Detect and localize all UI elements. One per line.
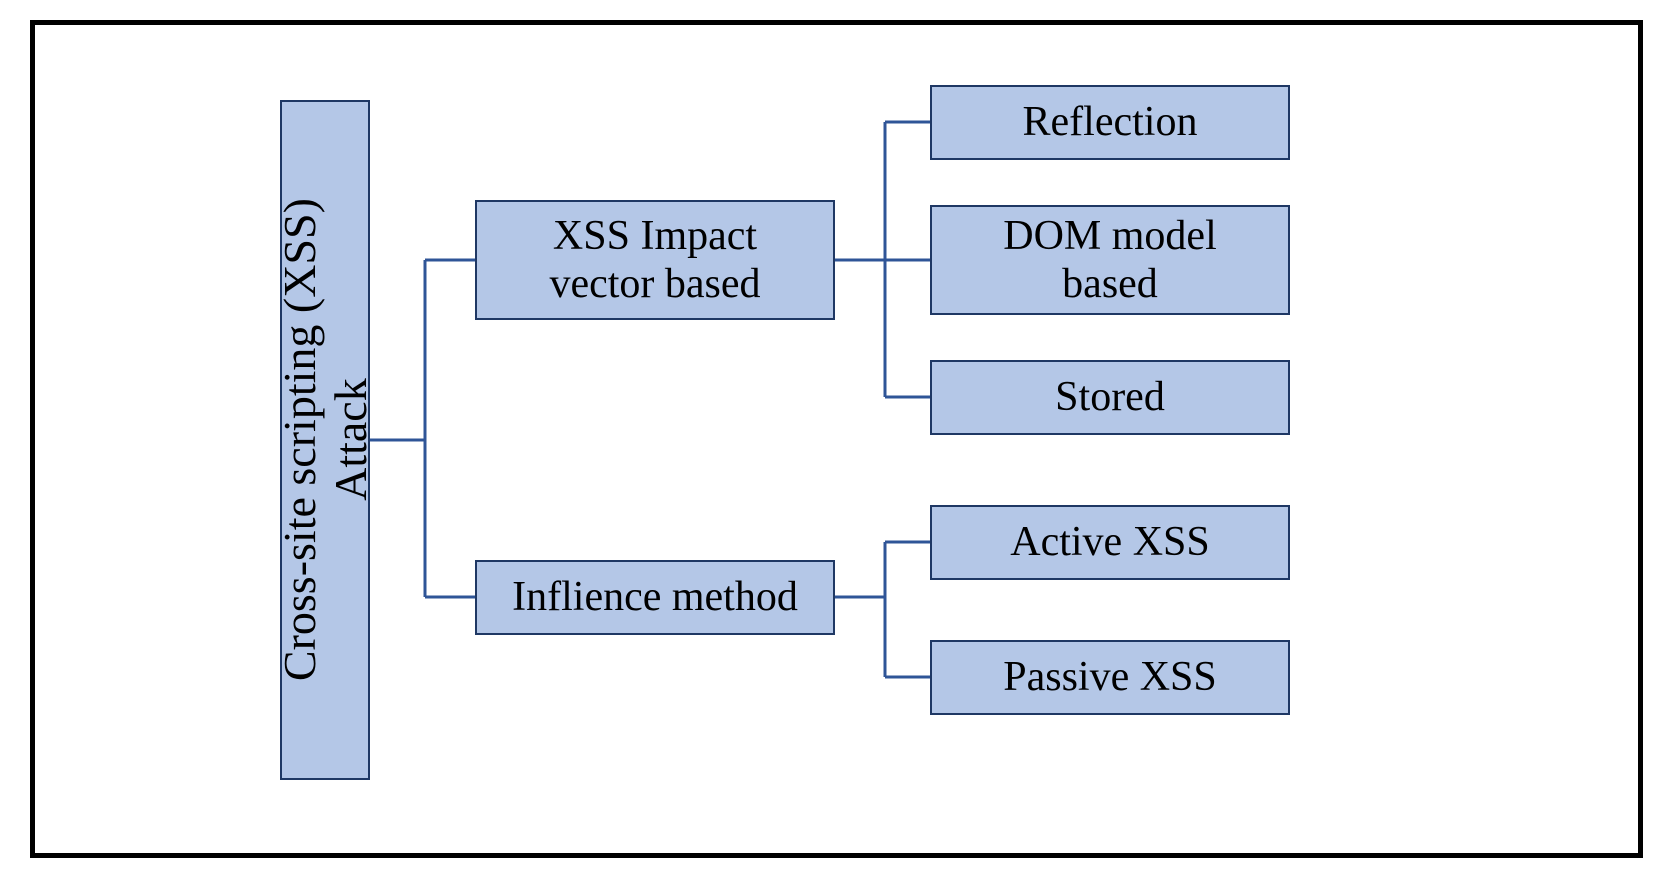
category-impact-vector: XSS Impact vector based <box>475 200 835 320</box>
root-node: Cross-site scripting (XSS) Attack <box>280 100 370 780</box>
leaf-label: Stored <box>1055 373 1165 421</box>
root-label-line1: Cross-site scripting (XSS) <box>274 199 325 682</box>
leaf-label: Reflection <box>1023 98 1198 146</box>
category-influence-method: Inflience method <box>475 560 835 635</box>
category-label-line2: vector based <box>549 260 760 308</box>
root-label: Cross-site scripting (XSS) Attack <box>274 199 375 682</box>
root-label-line2: Attack <box>325 199 376 682</box>
leaf-passive-xss: Passive XSS <box>930 640 1290 715</box>
leaf-label: Passive XSS <box>1003 653 1217 701</box>
diagram-frame: Cross-site scripting (XSS) Attack XSS Im… <box>30 20 1643 858</box>
leaf-label-line1: DOM model <box>1003 212 1217 260</box>
category-label: Inflience method <box>512 573 798 621</box>
leaf-active-xss: Active XSS <box>930 505 1290 580</box>
leaf-stored: Stored <box>930 360 1290 435</box>
leaf-dom-based: DOM model based <box>930 205 1290 315</box>
leaf-label: Active XSS <box>1010 518 1210 566</box>
leaf-reflection: Reflection <box>930 85 1290 160</box>
leaf-label-line2: based <box>1003 260 1217 308</box>
category-label-line1: XSS Impact <box>549 212 760 260</box>
